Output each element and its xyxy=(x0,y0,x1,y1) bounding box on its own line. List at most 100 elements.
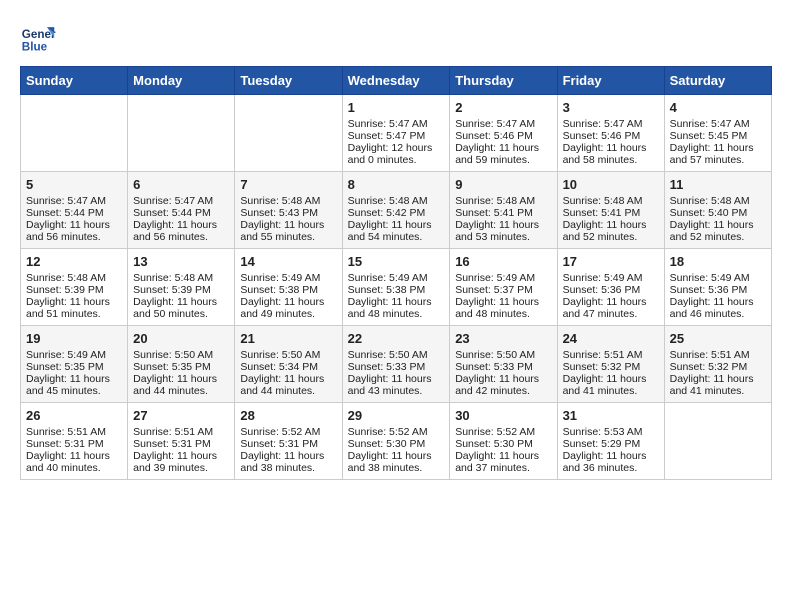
calendar-body: 1 Sunrise: 5:47 AM Sunset: 5:47 PM Daylight… xyxy=(21,95,772,480)
sunrise-text: Sunrise: 5:47 AM xyxy=(133,195,229,207)
sunset-text: Sunset: 5:46 PM xyxy=(455,130,551,142)
day-number: 18 xyxy=(670,254,766,269)
calendar-cell: 15Sunrise: 5:49 AMSunset: 5:38 PMDayligh… xyxy=(342,249,450,326)
day-number: 1 xyxy=(348,100,445,115)
day-number: 10 xyxy=(563,177,659,192)
daylight-text: Daylight: 11 hours and 51 minutes. xyxy=(26,296,122,320)
daylight-text: Daylight: 11 hours and 43 minutes. xyxy=(348,373,445,397)
sunrise-text: Sunrise: 5:51 AM xyxy=(133,426,229,438)
sunset-text: Sunset: 5:35 PM xyxy=(133,361,229,373)
calendar-cell: 20Sunrise: 5:50 AMSunset: 5:35 PMDayligh… xyxy=(128,326,235,403)
calendar-cell xyxy=(235,95,342,172)
daylight-text: Daylight: 11 hours and 47 minutes. xyxy=(563,296,659,320)
calendar-cell: 5Sunrise: 5:47 AMSunset: 5:44 PMDaylight… xyxy=(21,172,128,249)
sunrise-text: Sunrise: 5:49 AM xyxy=(563,272,659,284)
sunrise-text: Sunrise: 5:52 AM xyxy=(240,426,336,438)
calendar-cell: 26Sunrise: 5:51 AMSunset: 5:31 PMDayligh… xyxy=(21,403,128,480)
daylight-text: Daylight: 11 hours and 41 minutes. xyxy=(670,373,766,397)
daylight-text: Daylight: 11 hours and 38 minutes. xyxy=(240,450,336,474)
sunset-text: Sunset: 5:34 PM xyxy=(240,361,336,373)
sunrise-text: Sunrise: 5:50 AM xyxy=(133,349,229,361)
sunset-text: Sunset: 5:35 PM xyxy=(26,361,122,373)
calendar-week-row: 5Sunrise: 5:47 AMSunset: 5:44 PMDaylight… xyxy=(21,172,772,249)
sunset-text: Sunset: 5:45 PM xyxy=(670,130,766,142)
calendar-cell: 3Sunrise: 5:47 AMSunset: 5:46 PMDaylight… xyxy=(557,95,664,172)
sunrise-text: Sunrise: 5:48 AM xyxy=(133,272,229,284)
sunset-text: Sunset: 5:36 PM xyxy=(670,284,766,296)
day-number: 13 xyxy=(133,254,229,269)
calendar-week-row: 19Sunrise: 5:49 AMSunset: 5:35 PMDayligh… xyxy=(21,326,772,403)
sunrise-text: Sunrise: 5:50 AM xyxy=(240,349,336,361)
calendar-cell: 11Sunrise: 5:48 AMSunset: 5:40 PMDayligh… xyxy=(664,172,771,249)
sunset-text: Sunset: 5:31 PM xyxy=(133,438,229,450)
sunrise-text: Sunrise: 5:51 AM xyxy=(670,349,766,361)
calendar-week-row: 1 Sunrise: 5:47 AM Sunset: 5:47 PM Daylight… xyxy=(21,95,772,172)
sunset-text: Sunset: 5:47 PM xyxy=(348,130,445,142)
sunset-text: Sunset: 5:33 PM xyxy=(455,361,551,373)
day-number: 8 xyxy=(348,177,445,192)
calendar-cell: 21Sunrise: 5:50 AMSunset: 5:34 PMDayligh… xyxy=(235,326,342,403)
day-number: 14 xyxy=(240,254,336,269)
daylight-text: Daylight: 11 hours and 55 minutes. xyxy=(240,219,336,243)
daylight-text: Daylight: 11 hours and 39 minutes. xyxy=(133,450,229,474)
calendar-cell: 10 Sunrise: 5:48 AMSunset: 5:41 PMDayligh… xyxy=(557,172,664,249)
sunrise-text: Sunrise: 5:52 AM xyxy=(455,426,551,438)
daylight-text: Daylight: 11 hours and 54 minutes. xyxy=(348,219,445,243)
sunrise-text: Sunrise: 5:49 AM xyxy=(26,349,122,361)
sunrise-text: Sunrise: 5:48 AM xyxy=(563,195,659,207)
daylight-text: Daylight: 11 hours and 44 minutes. xyxy=(240,373,336,397)
sunrise-text: Sunrise: 5:47 AM xyxy=(455,118,551,130)
daylight-text: Daylight: 11 hours and 57 minutes. xyxy=(670,142,766,166)
logo-icon: General Blue xyxy=(20,20,56,56)
sunset-text: Sunset: 5:41 PM xyxy=(563,207,659,219)
day-number: 9 xyxy=(455,177,551,192)
daylight-text: Daylight: 11 hours and 36 minutes. xyxy=(563,450,659,474)
daylight-text: Daylight: 11 hours and 40 minutes. xyxy=(26,450,122,474)
calendar-cell: 18 Sunrise: 5:49 AMSunset: 5:36 PMDayligh… xyxy=(664,249,771,326)
sunrise-text: Sunrise: 5:49 AM xyxy=(348,272,445,284)
sunrise-text: Sunrise: 5:51 AM xyxy=(563,349,659,361)
sunset-text: Sunset: 5:44 PM xyxy=(133,207,229,219)
sunset-text: Sunset: 5:31 PM xyxy=(26,438,122,450)
daylight-text: Daylight: 11 hours and 48 minutes. xyxy=(455,296,551,320)
calendar-cell: 23Sunrise: 5:50 AMSunset: 5:33 PMDayligh… xyxy=(450,326,557,403)
day-number: 19 xyxy=(26,331,122,346)
calendar-cell: 29Sunrise: 5:52 AMSunset: 5:30 PMDayligh… xyxy=(342,403,450,480)
sunset-text: Sunset: 5:42 PM xyxy=(348,207,445,219)
calendar-cell: 4Sunrise: 5:47 AMSunset: 5:45 PMDaylight… xyxy=(664,95,771,172)
calendar-cell xyxy=(21,95,128,172)
daylight-text: Daylight: 11 hours and 59 minutes. xyxy=(455,142,551,166)
weekday-header: Wednesday xyxy=(342,67,450,95)
sunset-text: Sunset: 5:41 PM xyxy=(455,207,551,219)
sunset-text: Sunset: 5:31 PM xyxy=(240,438,336,450)
sunset-text: Sunset: 5:32 PM xyxy=(670,361,766,373)
page-header: General Blue xyxy=(20,20,772,56)
sunrise-text: Sunrise: 5:51 AM xyxy=(26,426,122,438)
weekday-header: Friday xyxy=(557,67,664,95)
day-number: 22 xyxy=(348,331,445,346)
sunset-text: Sunset: 5:29 PM xyxy=(563,438,659,450)
calendar-cell xyxy=(128,95,235,172)
sunrise-text: Sunrise: 5:53 AM xyxy=(563,426,659,438)
sunrise-text: Sunrise: 5:52 AM xyxy=(348,426,445,438)
calendar-week-row: 12Sunrise: 5:48 AMSunset: 5:39 PMDayligh… xyxy=(21,249,772,326)
calendar-cell: 24Sunrise: 5:51 AMSunset: 5:32 PMDayligh… xyxy=(557,326,664,403)
day-number: 28 xyxy=(240,408,336,423)
sunrise-text: Sunrise: 5:48 AM xyxy=(26,272,122,284)
daylight-text: Daylight: 11 hours and 44 minutes. xyxy=(133,373,229,397)
calendar-cell: 12Sunrise: 5:48 AMSunset: 5:39 PMDayligh… xyxy=(21,249,128,326)
daylight-text: Daylight: 11 hours and 52 minutes. xyxy=(563,219,659,243)
day-number: 2 xyxy=(455,100,551,115)
daylight-text: Daylight: 11 hours and 46 minutes. xyxy=(670,296,766,320)
day-number: 15 xyxy=(348,254,445,269)
sunset-text: Sunset: 5:39 PM xyxy=(133,284,229,296)
day-number: 27 xyxy=(133,408,229,423)
calendar-cell: 22Sunrise: 5:50 AMSunset: 5:33 PMDayligh… xyxy=(342,326,450,403)
weekday-header: Monday xyxy=(128,67,235,95)
calendar-cell xyxy=(664,403,771,480)
sunrise-text: Sunrise: 5:49 AM xyxy=(670,272,766,284)
sunset-text: Sunset: 5:36 PM xyxy=(563,284,659,296)
sunset-text: Sunset: 5:32 PM xyxy=(563,361,659,373)
weekday-header: Thursday xyxy=(450,67,557,95)
calendar-cell: 28 Sunrise: 5:52 AMSunset: 5:31 PMDayligh… xyxy=(235,403,342,480)
